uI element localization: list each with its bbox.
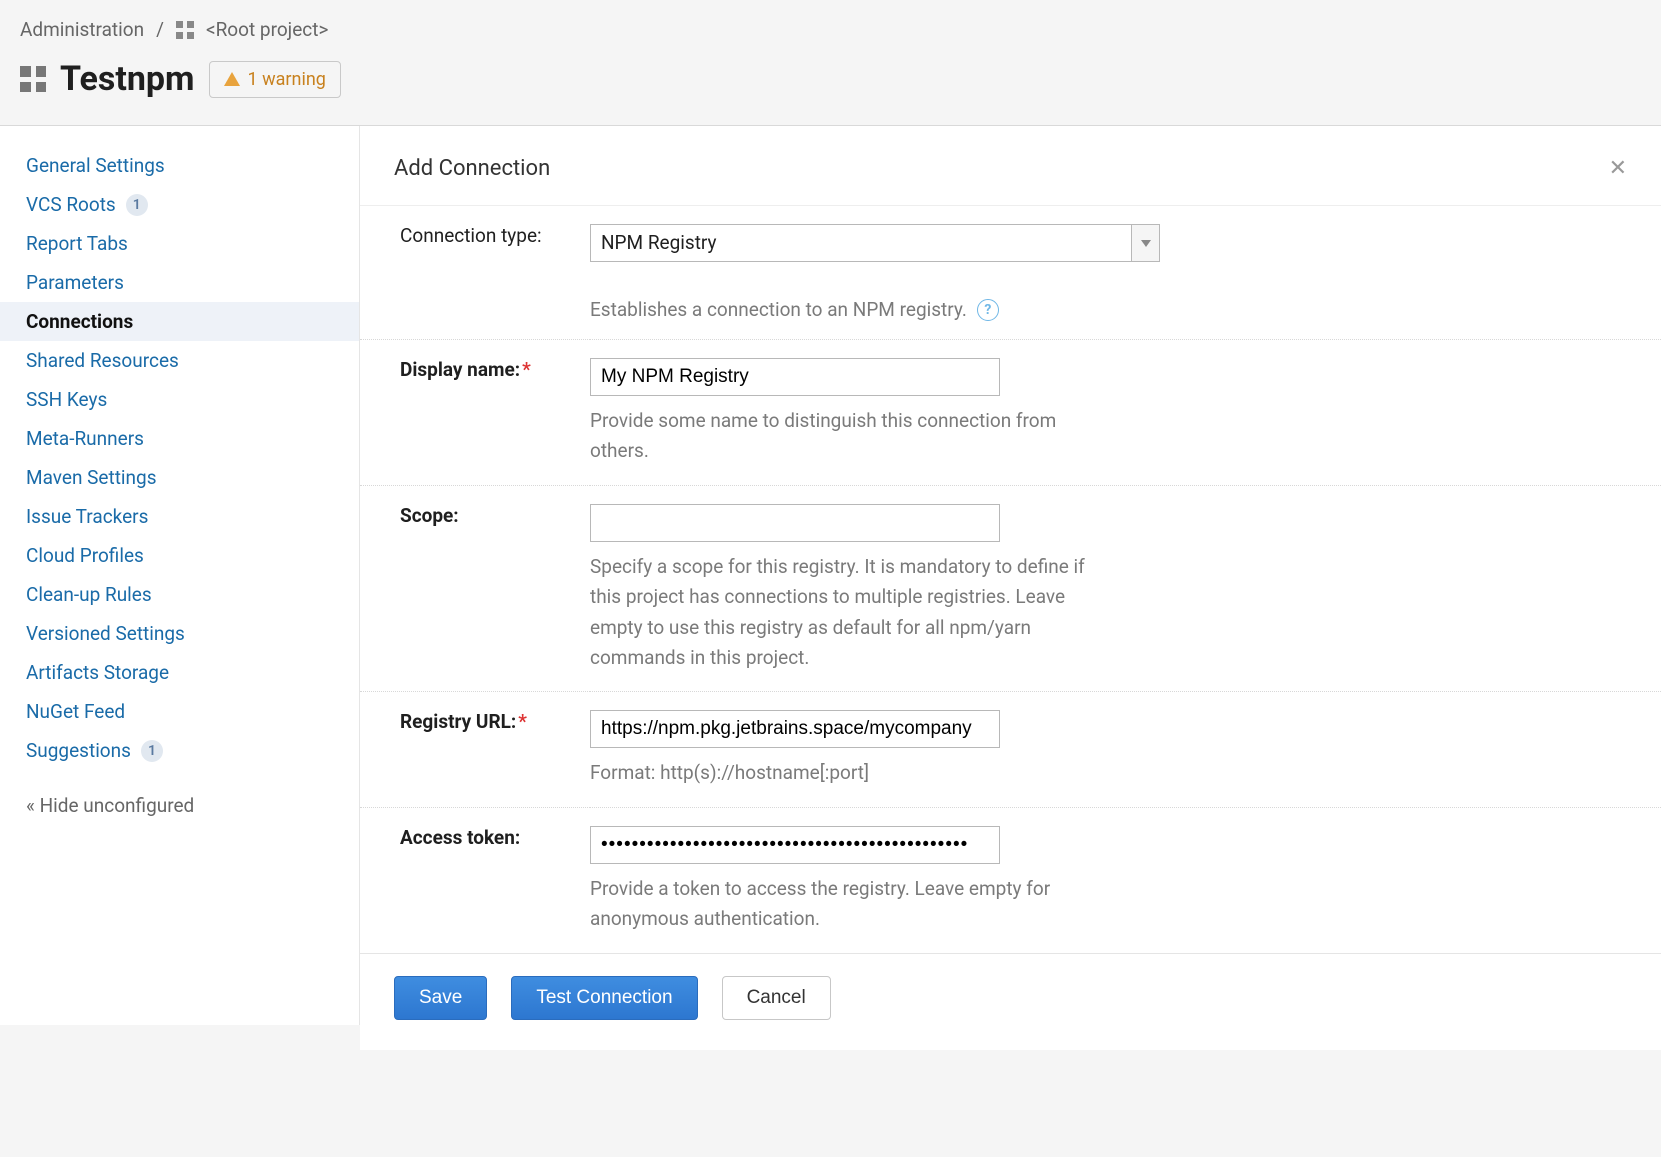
scope-label: Scope: bbox=[360, 485, 590, 692]
sidebar-item-label: Connections bbox=[26, 310, 133, 333]
sidebar-item-label: General Settings bbox=[26, 154, 165, 177]
connection-type-desc: Establishes a connection to an NPM regis… bbox=[590, 298, 967, 321]
chevron-down-icon bbox=[1131, 225, 1159, 261]
sidebar-item-clean-up-rules[interactable]: Clean-up Rules bbox=[0, 575, 359, 614]
add-connection-panel: Add Connection ✕ Connection type: NPM Re… bbox=[360, 126, 1661, 1050]
sidebar-item-nuget-feed[interactable]: NuGet Feed bbox=[0, 692, 359, 731]
sidebar-item-label: SSH Keys bbox=[26, 388, 107, 411]
sidebar-item-label: Meta-Runners bbox=[26, 427, 144, 450]
sidebar-item-suggestions[interactable]: Suggestions 1 bbox=[0, 731, 359, 770]
registry-url-label: Registry URL: bbox=[400, 710, 516, 733]
sidebar: General Settings VCS Roots 1 Report Tabs Par… bbox=[0, 126, 360, 1025]
warning-icon bbox=[224, 72, 240, 86]
close-icon[interactable]: ✕ bbox=[1609, 156, 1627, 181]
access-token-label: Access token: bbox=[360, 807, 590, 953]
scope-hint: Specify a scope for this registry. It is… bbox=[590, 552, 1110, 674]
breadcrumb-sep: / bbox=[156, 18, 164, 41]
display-name-input[interactable] bbox=[590, 358, 1000, 396]
access-token-hint: Provide a token to access the registry. … bbox=[590, 874, 1110, 935]
breadcrumb-admin[interactable]: Administration bbox=[20, 18, 144, 41]
sidebar-item-label: Maven Settings bbox=[26, 466, 157, 489]
connection-type-value: NPM Registry bbox=[591, 225, 1131, 261]
sidebar-item-vcs-roots[interactable]: VCS Roots 1 bbox=[0, 185, 359, 224]
cancel-button[interactable]: Cancel bbox=[722, 976, 831, 1020]
display-name-hint: Provide some name to distinguish this co… bbox=[590, 406, 1110, 467]
breadcrumb: Administration / <Root project> bbox=[0, 0, 1661, 55]
registry-url-input[interactable] bbox=[590, 710, 1000, 748]
hide-unconfigured-link[interactable]: « Hide unconfigured bbox=[0, 770, 359, 841]
page-header: Testnpm 1 warning bbox=[0, 55, 1661, 125]
access-token-input[interactable] bbox=[590, 826, 1000, 864]
breadcrumb-root[interactable]: <Root project> bbox=[206, 18, 328, 41]
sidebar-item-label: NuGet Feed bbox=[26, 700, 125, 723]
sidebar-item-artifacts-storage[interactable]: Artifacts Storage bbox=[0, 653, 359, 692]
sidebar-item-label: Clean-up Rules bbox=[26, 583, 152, 606]
display-name-label: Display name: bbox=[400, 358, 520, 381]
sidebar-item-label: Shared Resources bbox=[26, 349, 179, 372]
project-icon bbox=[20, 66, 46, 92]
help-icon[interactable]: ? bbox=[977, 299, 999, 321]
sidebar-item-meta-runners[interactable]: Meta-Runners bbox=[0, 419, 359, 458]
test-connection-button[interactable]: Test Connection bbox=[511, 976, 697, 1020]
sidebar-item-maven-settings[interactable]: Maven Settings bbox=[0, 458, 359, 497]
connection-type-label: Connection type: bbox=[360, 206, 590, 280]
count-badge: 1 bbox=[126, 194, 148, 216]
sidebar-item-connections[interactable]: Connections bbox=[0, 302, 359, 341]
sidebar-item-issue-trackers[interactable]: Issue Trackers bbox=[0, 497, 359, 536]
project-icon bbox=[176, 21, 194, 39]
sidebar-item-label: Parameters bbox=[26, 271, 124, 294]
sidebar-item-label: Report Tabs bbox=[26, 232, 128, 255]
sidebar-item-label: Cloud Profiles bbox=[26, 544, 144, 567]
sidebar-item-ssh-keys[interactable]: SSH Keys bbox=[0, 380, 359, 419]
warning-badge[interactable]: 1 warning bbox=[209, 61, 341, 98]
warning-text: 1 warning bbox=[248, 69, 326, 90]
registry-url-hint: Format: http(s)://hostname[:port] bbox=[590, 758, 1110, 788]
scope-input[interactable] bbox=[590, 504, 1000, 542]
sidebar-item-shared-resources[interactable]: Shared Resources bbox=[0, 341, 359, 380]
sidebar-item-report-tabs[interactable]: Report Tabs bbox=[0, 224, 359, 263]
panel-title: Add Connection bbox=[394, 156, 550, 181]
sidebar-item-general-settings[interactable]: General Settings bbox=[0, 146, 359, 185]
save-button[interactable]: Save bbox=[394, 976, 487, 1020]
sidebar-item-label: VCS Roots bbox=[26, 193, 116, 216]
sidebar-item-versioned-settings[interactable]: Versioned Settings bbox=[0, 614, 359, 653]
sidebar-item-label: Versioned Settings bbox=[26, 622, 185, 645]
page-title: Testnpm bbox=[60, 59, 195, 99]
sidebar-item-label: Issue Trackers bbox=[26, 505, 148, 528]
connection-type-select[interactable]: NPM Registry bbox=[590, 224, 1160, 262]
sidebar-item-cloud-profiles[interactable]: Cloud Profiles bbox=[0, 536, 359, 575]
sidebar-item-label: Artifacts Storage bbox=[26, 661, 169, 684]
count-badge: 1 bbox=[141, 740, 163, 762]
sidebar-item-label: Suggestions bbox=[26, 739, 131, 762]
sidebar-item-parameters[interactable]: Parameters bbox=[0, 263, 359, 302]
